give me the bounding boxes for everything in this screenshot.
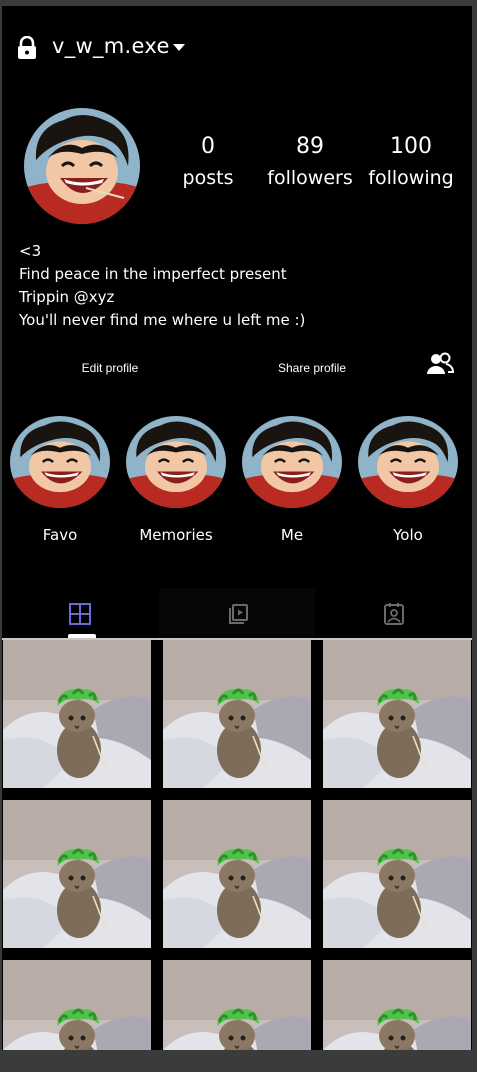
bio-line: You'll never find me where u left me :) [19, 311, 306, 329]
bio-line: <3 [19, 242, 42, 260]
followers-count[interactable]: 89 [262, 134, 358, 164]
post-thumbnail[interactable] [163, 800, 311, 948]
highlight-cover [10, 416, 110, 508]
bio-line: Trippin @xyz [19, 288, 115, 306]
post-thumbnail[interactable] [3, 960, 151, 1050]
tab-reels[interactable] [158, 588, 316, 640]
tab-tagged[interactable] [315, 588, 472, 640]
post-thumbnail[interactable] [163, 640, 311, 788]
posts-grid [2, 640, 472, 1050]
following-count[interactable]: 100 [364, 134, 458, 164]
share-profile-button[interactable]: Share profile [264, 356, 360, 380]
bio-line: Find peace in the imperfect present [19, 265, 287, 283]
highlight-label: Memories [139, 526, 213, 544]
following-stat[interactable]: 100 following [364, 134, 458, 189]
highlight-favo[interactable]: Favo [10, 416, 110, 544]
highlight-cover [358, 416, 458, 508]
highlight-label: Yolo [393, 526, 423, 544]
highlight-cover [242, 416, 342, 508]
post-thumbnail[interactable] [323, 640, 471, 788]
tagged-icon [383, 603, 404, 625]
following-label[interactable]: following [364, 167, 458, 189]
content-tabs [2, 588, 472, 640]
post-thumbnail[interactable] [323, 800, 471, 948]
top-bar: v_w_m.exe [2, 28, 472, 68]
posts-stat: 0 posts [178, 134, 238, 189]
discover-people-icon[interactable] [426, 352, 454, 376]
followers-label[interactable]: followers [262, 167, 358, 189]
username[interactable]: v_w_m.exe [52, 34, 170, 58]
grid-icon [69, 603, 92, 625]
post-thumbnail[interactable] [323, 960, 471, 1050]
posts-count: 0 [201, 134, 215, 159]
avatar[interactable] [24, 108, 140, 224]
bio: <3 Find peace in the imperfect present T… [19, 240, 305, 332]
followers-stat[interactable]: 89 followers [262, 134, 358, 189]
highlight-label: Me [280, 526, 304, 544]
posts-label: posts [182, 167, 234, 189]
chevron-down-icon[interactable] [173, 44, 185, 51]
highlight-label: Favo [42, 526, 78, 544]
highlight-me[interactable]: Me [242, 416, 342, 544]
post-thumbnail[interactable] [3, 800, 151, 948]
lock-icon [18, 36, 36, 59]
reels-icon [229, 604, 248, 624]
highlight-cover [126, 416, 226, 508]
tab-posts-grid[interactable] [2, 588, 159, 640]
post-thumbnail[interactable] [3, 640, 151, 788]
highlight-yolo[interactable]: Yolo [358, 416, 458, 544]
highlight-memories[interactable]: Memories [126, 416, 226, 544]
profile-screen: v_w_m.exe 0 posts 89 followers 100 follo… [2, 6, 472, 1050]
edit-profile-button[interactable]: Edit profile [62, 356, 158, 380]
post-thumbnail[interactable] [163, 960, 311, 1050]
